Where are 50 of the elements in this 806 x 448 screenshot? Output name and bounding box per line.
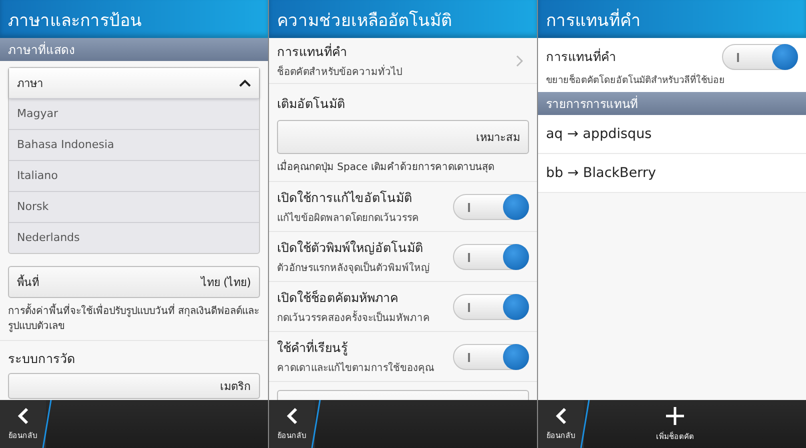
back-icon: [555, 407, 567, 425]
section-header: ภาษาที่แสดง: [0, 38, 268, 61]
setting-title: เปิดใช้การแก้ไขอัตโนมัติ: [277, 189, 413, 207]
toggle-switch[interactable]: [453, 194, 529, 220]
toggle-switch[interactable]: [722, 44, 798, 70]
screen-title: ความช่วยเหลืออัตโนมัติ: [277, 10, 452, 32]
language-option[interactable]: Magyar: [9, 98, 259, 129]
section-header: รายการการแทนที่: [538, 92, 806, 115]
toggle-switch[interactable]: [453, 294, 529, 320]
chevron-right-icon: [516, 54, 523, 66]
setting-description: แก้ไขข้อผิดพลาดโดยกดเว้นวรรค: [277, 211, 419, 225]
measurement-label: ระบบการวัด: [8, 350, 76, 368]
autocomplete-note: เมื่อคุณกดปุ่ม Space เติมคำด้วยการคาดเดาบนสุด: [277, 160, 529, 175]
measurement-field[interactable]: เมตริก: [8, 373, 260, 399]
caret-icon: [239, 79, 251, 87]
dropdown-label: ภาษา: [17, 76, 43, 92]
region-field[interactable]: พื้นที่ ไทย (ไทย): [8, 266, 260, 298]
word-substitution-item[interactable]: การแทนที่คำ ช็อตคัตสำหรับข้อความทั่วไป: [269, 38, 537, 84]
setting-description: ตัวอักษรแรกหลังจุดเป็นตัวพิมพ์ใหญ่: [277, 260, 430, 275]
field-value: เหมาะสม: [476, 130, 520, 146]
language-option[interactable]: Nederlands: [9, 222, 259, 253]
back-icon: [17, 407, 29, 425]
field-value: เมตริก: [220, 379, 251, 395]
language-option[interactable]: Bahasa Indonesia: [9, 129, 259, 160]
setting-description: กดเว้นวรรคสองครั้งจะเป็นมหัพภาค: [277, 310, 430, 325]
back-icon: [286, 407, 298, 425]
substitution-entry[interactable]: bb → BlackBerry: [538, 154, 806, 193]
substitution-entry[interactable]: aq → appdisqus: [538, 115, 806, 154]
setting-title: เปิดใช้ตัวพิมพ์ใหญ่อัตโนมัติ: [277, 239, 424, 257]
setting-title: ใช้คำที่เรียนรู้: [277, 338, 349, 358]
separator-line: [42, 400, 52, 448]
setting-title: เปิดใช้ช็อตคัตมหัพภาค: [277, 289, 399, 307]
toggle-switch[interactable]: [453, 344, 529, 370]
toggle-switch[interactable]: [453, 244, 529, 270]
autocomplete-field[interactable]: เหมาะสม: [277, 120, 529, 154]
region-note: การตั้งค่าพื้นที่จะใช้เพื่อปรับรูปแบบวันที่ สกุลเงินดีฟอลต์และรูปแบบตัวเลข: [8, 304, 260, 334]
setting-description: ขยายช็อตคัตโดยอัตโนมัติสำหรับวลีที่ใช้บ่อย: [546, 72, 726, 87]
language-option[interactable]: Italiano: [9, 160, 259, 191]
setting-title: การแทนที่คำ: [546, 47, 616, 66]
plus-icon: [665, 406, 685, 426]
screen-title: ภาษาและการป้อน: [8, 10, 142, 32]
setting-description: คาดเดาและแก้ไขตามการใช้ของคุณ: [277, 361, 434, 375]
language-option[interactable]: Norsk: [9, 191, 259, 222]
separator-line: [311, 400, 321, 448]
separator-line: [580, 400, 590, 448]
screen-title: การแทนที่คำ: [546, 8, 641, 32]
autocomplete-label: เติมอัตโนมัติ: [277, 95, 346, 113]
field-value: ไทย (ไทย): [200, 275, 251, 291]
field-label: พื้นที่: [17, 274, 39, 291]
language-dropdown[interactable]: ภาษา Magyar Bahasa Indonesia Italiano Norsk Nederlands: [8, 67, 260, 254]
